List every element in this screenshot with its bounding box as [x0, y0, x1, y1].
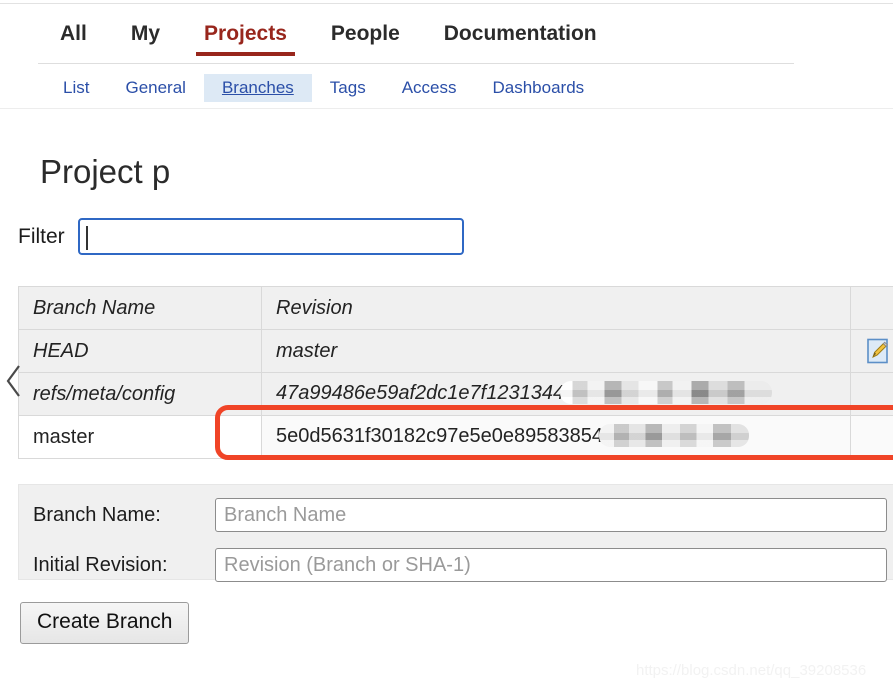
table-row: HEAD master [18, 329, 893, 373]
chevron-left-icon[interactable] [3, 362, 25, 400]
table-row: refs/meta/config 47a99486e59af2dc1e7f123… [18, 372, 893, 416]
cell-edit-action[interactable] [850, 329, 893, 373]
initial-revision-input[interactable] [215, 548, 887, 582]
branch-name-label: Branch Name: [33, 503, 161, 526]
text-caret [85, 226, 88, 250]
page-title-text: Project p [40, 153, 171, 191]
primary-navigation: All My Projects People Documentation [38, 22, 619, 56]
cell-edit-action [850, 372, 893, 416]
nav-item-people[interactable]: People [309, 22, 422, 56]
cell-revision: 5e0d5631f30182c97e5e0e89583854 [261, 415, 851, 459]
branches-table: Branch Name Revision HEAD master refs/me… [18, 286, 893, 459]
secondary-nav-divider [0, 108, 893, 109]
create-branch-button[interactable]: Create Branch [20, 602, 190, 644]
page-title: Project p [40, 153, 172, 191]
subnav-item-list[interactable]: List [45, 74, 107, 102]
filter-input[interactable] [77, 218, 464, 255]
create-branch-form: Branch Name: Initial Revision: [18, 484, 893, 582]
nav-item-documentation[interactable]: Documentation [422, 22, 619, 56]
subnav-item-dashboards[interactable]: Dashboards [475, 74, 603, 102]
branch-name-row: Branch Name: [33, 498, 887, 532]
watermark: https://blog.csdn.net/qq_39208536 [636, 662, 867, 679]
cell-branch-name: refs/meta/config [18, 372, 262, 416]
subnav-item-access[interactable]: Access [384, 74, 475, 102]
subnav-item-tags[interactable]: Tags [312, 74, 384, 102]
filter-label: Filter [18, 224, 65, 248]
subnav-item-branches[interactable]: Branches [203, 74, 312, 102]
cell-revision: 47a99486e59af2dc1e7f1231344 [261, 372, 851, 416]
cell-branch-name: HEAD [18, 329, 262, 373]
branch-name-input[interactable] [215, 498, 887, 532]
table-row: master 5e0d5631f30182c97e5e0e89583854 [18, 415, 893, 459]
column-header-revision: Revision [261, 286, 851, 330]
redacted-revision-suffix [560, 380, 773, 404]
cell-branch-name: master [18, 415, 262, 459]
cell-revision: master [261, 329, 851, 373]
nav-item-projects[interactable]: Projects [182, 22, 309, 56]
column-header-actions [850, 286, 893, 330]
initial-revision-row: Initial Revision: [33, 548, 887, 582]
revision-text: 47a99486e59af2dc1e7f1231344 [276, 382, 565, 405]
edit-pencil-icon[interactable] [865, 338, 891, 364]
revision-text: 5e0d5631f30182c97e5e0e89583854 [276, 425, 604, 448]
top-divider [0, 3, 893, 4]
secondary-navigation: List General Branches Tags Access Dashbo… [45, 74, 602, 102]
initial-revision-label: Initial Revision: [33, 553, 168, 576]
filter-row: Filter [18, 218, 464, 255]
nav-item-my[interactable]: My [109, 22, 182, 56]
table-header-row: Branch Name Revision [18, 286, 893, 330]
primary-nav-divider [38, 63, 794, 64]
column-header-branch-name: Branch Name [18, 286, 262, 330]
nav-item-all[interactable]: All [38, 22, 109, 56]
cell-edit-action [850, 415, 893, 459]
subnav-item-general[interactable]: General [107, 74, 203, 102]
redacted-revision-suffix [599, 423, 750, 447]
